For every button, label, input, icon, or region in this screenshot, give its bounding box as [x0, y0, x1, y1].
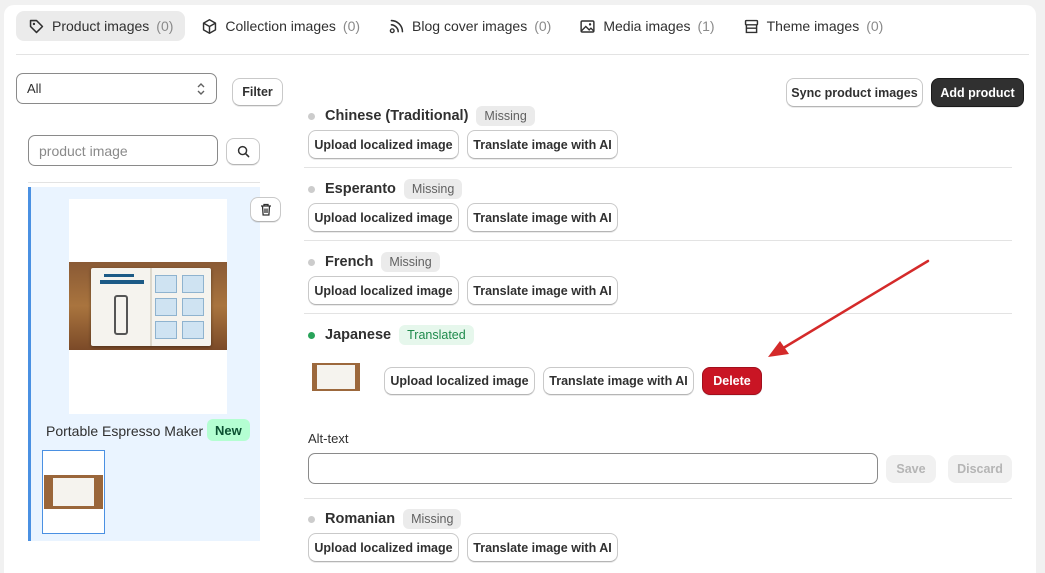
language-name: Chinese (Traditional)	[325, 108, 469, 124]
language-name: Japanese	[325, 327, 392, 343]
status-badge: Missing	[381, 252, 440, 272]
delete-localized-image-button[interactable]: Delete	[702, 367, 762, 395]
tab-count: (0)	[156, 18, 174, 34]
search-button[interactable]	[226, 138, 260, 165]
discard-button[interactable]: Discard	[948, 455, 1012, 483]
translate-image-ai-button[interactable]: Translate image with AI	[467, 130, 618, 159]
product-photo	[69, 262, 227, 350]
quick-start-guide-picture	[91, 268, 211, 346]
language-row-french: French Missing	[308, 252, 440, 272]
language-row-romanian: Romanian Missing	[308, 509, 462, 529]
tab-label: Collection images	[225, 18, 336, 34]
product-image	[69, 199, 227, 414]
localized-image-thumbnail[interactable]	[312, 363, 360, 391]
search-input[interactable]: product image	[28, 135, 218, 166]
translate-image-ai-button[interactable]: Translate image with AI	[467, 533, 618, 562]
language-row-japanese: Japanese Translated	[308, 325, 474, 345]
upload-localized-image-button[interactable]: Upload localized image	[308, 130, 459, 159]
image-icon	[580, 19, 595, 33]
status-dot	[308, 112, 315, 120]
row-divider	[304, 240, 1012, 241]
product-thumbnail[interactable]	[42, 450, 105, 534]
tab-product-images[interactable]: Product images (0)	[16, 11, 186, 41]
product-card[interactable]: Portable Espresso Maker New	[28, 187, 281, 541]
new-badge: New	[207, 419, 250, 441]
tab-label: Product images	[52, 18, 150, 34]
alt-text-input[interactable]	[308, 453, 878, 484]
tab-count: (0)	[342, 18, 361, 34]
blog-icon	[389, 19, 404, 33]
upload-localized-image-button[interactable]: Upload localized image	[308, 203, 459, 232]
status-dot	[308, 185, 315, 193]
trash-icon	[260, 203, 271, 216]
chevron-up-down-icon	[197, 82, 205, 95]
tag-icon	[29, 19, 44, 33]
upload-localized-image-button[interactable]: Upload localized image	[308, 276, 459, 305]
tab-label: Media images	[603, 18, 691, 34]
language-name: Romanian	[325, 511, 396, 527]
row-divider	[304, 167, 1012, 168]
upload-localized-image-button[interactable]: Upload localized image	[384, 367, 535, 395]
status-dot	[308, 258, 315, 266]
select-value: All	[27, 81, 42, 96]
tabs-divider	[16, 54, 1029, 55]
sync-product-images-button[interactable]: Sync product images	[786, 78, 923, 107]
alt-text-label: Alt-text	[308, 431, 349, 446]
save-button[interactable]: Save	[886, 455, 936, 483]
status-badge: Missing	[403, 179, 463, 199]
tab-blog-cover-images[interactable]: Blog cover images (0)	[376, 11, 563, 41]
status-dot	[308, 515, 315, 523]
translate-image-ai-button[interactable]: Translate image with AI	[543, 367, 694, 395]
language-name: Esperanto	[325, 181, 396, 197]
row-divider	[304, 498, 1012, 499]
add-product-button[interactable]: Add product	[931, 78, 1024, 107]
tab-label: Blog cover images	[412, 18, 528, 34]
delete-product-button[interactable]	[250, 197, 281, 222]
filter-button[interactable]: Filter	[232, 78, 283, 106]
theme-icon	[744, 19, 758, 33]
cube-icon	[203, 18, 217, 34]
product-filter-select[interactable]: All	[16, 73, 217, 104]
status-dot	[308, 331, 315, 339]
search-placeholder: product image	[39, 142, 128, 159]
left-divider	[28, 182, 260, 183]
search-icon	[237, 145, 249, 158]
tab-count: (1)	[697, 18, 715, 34]
status-badge: Missing	[476, 106, 535, 126]
translate-image-ai-button[interactable]: Translate image with AI	[467, 203, 618, 232]
language-name: French	[325, 254, 374, 270]
translate-image-ai-button[interactable]: Translate image with AI	[467, 276, 618, 305]
tab-theme-images[interactable]: Theme images (0)	[731, 11, 896, 41]
tab-label: Theme images	[766, 18, 860, 34]
row-divider	[304, 313, 1012, 314]
tab-collection-images[interactable]: Collection images (0)	[189, 11, 372, 41]
tab-count: (0)	[866, 18, 884, 34]
upload-localized-image-button[interactable]: Upload localized image	[308, 533, 459, 562]
language-row-esperanto: Esperanto Missing	[308, 179, 463, 199]
tab-media-images[interactable]: Media images (1)	[567, 11, 726, 41]
status-badge: Translated	[399, 325, 474, 345]
image-type-tabs: Product images (0) Collection images (0) B…	[16, 11, 899, 41]
status-badge: Missing	[403, 509, 462, 529]
language-row-chinese-traditional: Chinese (Traditional) Missing	[308, 106, 535, 126]
tab-count: (0)	[534, 18, 552, 34]
product-name: Portable Espresso Maker	[46, 423, 204, 439]
